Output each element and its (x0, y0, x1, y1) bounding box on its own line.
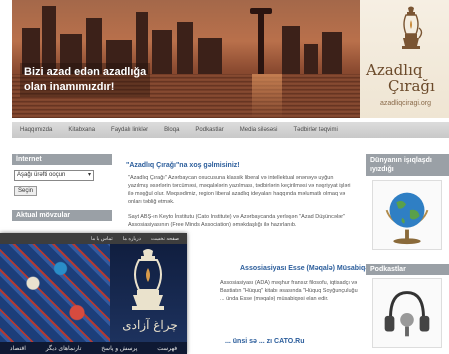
main-navigation: Haqqımızda Kitabxana Faydalı linklər Blo… (12, 122, 449, 138)
topical-subjects-title: Aktual mövzular (12, 210, 112, 221)
brand-name-line-1: Azadlıq (366, 61, 423, 79)
carpet-pattern-image (0, 244, 110, 342)
skyline-building (282, 26, 300, 78)
skyline-building (177, 22, 193, 78)
nav-item-events[interactable]: Tədbirlər təqvimi (285, 127, 345, 133)
choose-button[interactable]: Seçin (14, 186, 38, 196)
essay-contest-paragraph: Assosiasiyası (ADA) məşhur fransız filos… (220, 280, 358, 302)
globe-image-box[interactable] (372, 180, 442, 250)
language-select-value: Aşağı ürəfti ooçun (17, 172, 66, 178)
tv-tower-top (250, 8, 272, 14)
overlay-menu-bar: فهرست پرسش و پاسخ تارنماهای دیگر اقتصاد (0, 342, 187, 354)
cato-link[interactable]: ... ünsi sə ... zı CATO.Ru (225, 338, 304, 345)
header-slogan: Bizi azad edən azadlığa olan inamımızdır… (20, 63, 151, 97)
overlay-menu-economy[interactable]: اقتصاد (10, 345, 26, 352)
partners-paragraph: Sayt ABŞ-ın Keyto İnstitutu (Cato Instit… (128, 214, 345, 228)
intro-paragraph: "Azadlıq Çırağı" Azərbaycan oxucusuna kl… (128, 175, 351, 205)
brand-name: Azadlıq Çırağı (366, 62, 449, 94)
slogan-line-1: Bizi azad edən azadlığa (24, 66, 147, 78)
language-select[interactable]: Aşağı ürəfti ooçun (14, 170, 94, 181)
tv-tower (258, 8, 264, 78)
podcasts-box-title: Podkastlar (366, 264, 449, 275)
skyline-building (304, 44, 318, 78)
slogan-line-2: olan inamımızdır! (24, 81, 115, 93)
nav-item-links[interactable]: Faydalı linklər (103, 127, 156, 133)
overlay-menu-other-sites[interactable]: تارنماهای دیگر (46, 345, 82, 352)
nav-item-library[interactable]: Kitabxana (60, 127, 103, 133)
lantern-logo-icon (132, 249, 164, 310)
overlay-about-link[interactable]: درباره ما (123, 236, 141, 242)
nav-item-about[interactable]: Haqqımızda (12, 127, 60, 133)
headphones-icon (384, 291, 430, 337)
overlay-site-screenshot: تماس با ما درباره ما صفحه نخست چراغ آزاد… (0, 233, 187, 354)
welcome-heading: "Azadlıq Çırağı"na xoş gəlmisiniz! (126, 162, 240, 169)
sun-reflection (252, 74, 282, 118)
nav-item-podcasts[interactable]: Podkastlar (187, 127, 231, 133)
overlay-menu-index[interactable]: فهرست (157, 345, 177, 352)
internet-box-title: İnternet (12, 154, 112, 165)
overlay-contact-link[interactable]: تماس با ما (91, 236, 113, 242)
globe-icon (385, 192, 429, 245)
skyline-building (198, 38, 222, 78)
overlay-top-bar: تماس با ما درباره ما صفحه نخست (0, 233, 187, 244)
lamp-logo-icon (402, 6, 423, 49)
podcast-image-box[interactable] (372, 278, 442, 348)
overlay-brand-name: چراغ آزادی (122, 318, 178, 332)
nav-item-media[interactable]: Media siləsəsi (232, 127, 286, 133)
overlay-home-link[interactable]: صفحه نخست (151, 236, 179, 242)
skyline-building (152, 30, 172, 78)
overlay-menu-faq[interactable]: پرسش و پاسخ (101, 345, 137, 352)
nav-item-blog[interactable]: Bloqa (156, 127, 187, 133)
essay-contest-heading[interactable]: Assosiasiyası Esse (Məqalə) Müsabiqəsi (240, 265, 375, 272)
brand-name-line-2: Çırağı (388, 77, 435, 95)
skyline-building (322, 32, 342, 78)
ideas-box-title: Dünyanın işıqlaşdı ıyızdığı (366, 154, 449, 176)
brand-url[interactable]: azadliqciragi.org (380, 100, 431, 107)
